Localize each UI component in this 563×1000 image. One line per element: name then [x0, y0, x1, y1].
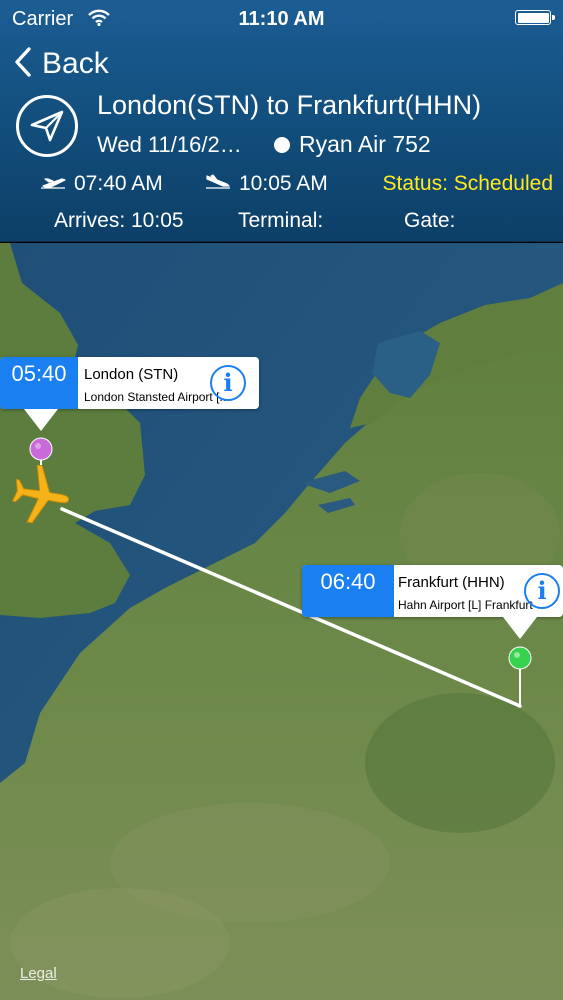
destination-airport: Hahn Airport [L] Frankfurt: [398, 598, 533, 612]
destination-pin-icon[interactable]: [508, 646, 532, 675]
destination-time: 06:40: [302, 565, 394, 617]
destination-info-icon[interactable]: i: [524, 573, 560, 609]
origin-callout-tail: [24, 409, 58, 431]
destination-name: Frankfurt (HHN): [398, 574, 505, 591]
destination-callout[interactable]: 06:40 Frankfurt (HHN) Hahn Airport [L] F…: [302, 565, 563, 639]
origin-time: 05:40: [0, 357, 78, 409]
airplane-icon: [6, 464, 76, 530]
destination-callout-tail: [503, 617, 537, 639]
flight-status: Status: Scheduled: [382, 172, 553, 195]
origin-name: London (STN): [84, 366, 179, 383]
status-bar: Carrier 11:10 AM: [0, 0, 563, 38]
arrives-label: Arrives: 10:05: [54, 209, 184, 232]
chevron-left-icon: [14, 46, 32, 83]
landing-icon: [205, 172, 239, 196]
origin-callout[interactable]: 05:40 London (STN) London Stansted Airpo…: [0, 357, 259, 431]
battery-icon: [515, 10, 555, 25]
paper-plane-icon: [16, 95, 78, 157]
flight-map[interactable]: 05:40 London (STN) London Stansted Airpo…: [0, 243, 563, 1000]
back-button[interactable]: Back: [14, 44, 109, 84]
gate-label: Gate:: [404, 209, 456, 232]
flight-date: Wed 11/16/2…: [97, 132, 242, 157]
legal-link[interactable]: Legal: [20, 965, 57, 982]
terminal-label: Terminal:: [238, 209, 324, 232]
arrival-time-value: 10:05 AM: [239, 172, 328, 195]
departure-time: 07:40 AM: [40, 172, 163, 196]
flight-header: Carrier 11:10 AM Back London(STN) to Fra…: [0, 0, 563, 242]
flight-route: London(STN) to Frankfurt(HHN): [97, 90, 482, 120]
airline-flight-number: Ryan Air 752: [299, 131, 431, 157]
origin-pin-icon[interactable]: [29, 437, 53, 466]
back-label: Back: [42, 47, 109, 80]
departure-time-value: 07:40 AM: [74, 172, 163, 195]
takeoff-icon: [40, 172, 74, 196]
arrival-time: 10:05 AM: [205, 172, 328, 196]
clock: 11:10 AM: [238, 8, 325, 30]
separator-dot-icon: [274, 137, 290, 153]
origin-info-icon[interactable]: i: [210, 365, 246, 401]
